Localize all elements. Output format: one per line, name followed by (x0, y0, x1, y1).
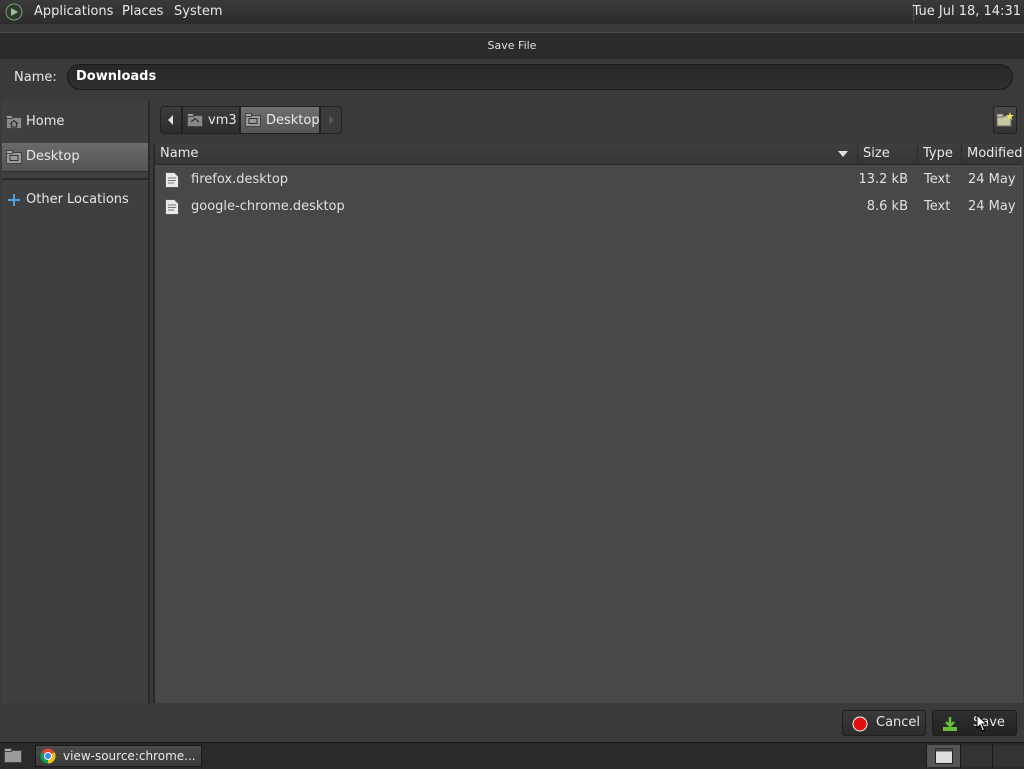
chrome-icon (40, 748, 56, 764)
save-button[interactable]: Save (932, 710, 1017, 736)
name-label: Name: (14, 70, 57, 85)
applications-menu[interactable]: Applications (34, 4, 113, 19)
dialog-title: Save File (0, 32, 1024, 59)
file-size: 13.2 kB (858, 172, 908, 187)
sort-descending-icon (838, 151, 848, 157)
file-row[interactable]: google-chrome.desktop 8.6 kB Text 24 May (155, 193, 1023, 220)
chevron-left-icon (168, 115, 173, 125)
system-menu[interactable]: System (174, 4, 222, 19)
cancel-button[interactable]: Cancel (842, 710, 926, 736)
path-segment-vm3[interactable]: vm3 (182, 106, 240, 134)
sidebar-item-desktop[interactable]: Desktop (2, 143, 148, 172)
clock[interactable]: Tue Jul 18, 14:31 (913, 4, 1021, 19)
file-row[interactable]: firefox.desktop 13.2 kB Text 24 May (155, 166, 1023, 193)
filename-input[interactable]: Downloads (67, 64, 1013, 90)
sidebar-item-label: Home (26, 114, 65, 129)
workspace-1[interactable] (926, 745, 961, 767)
workspace-2[interactable] (960, 745, 993, 767)
column-header-type[interactable]: Type (917, 144, 961, 164)
bottom-taskbar: view-source:chrome... (0, 742, 1024, 769)
desktop-folder-icon (245, 113, 261, 127)
column-header: Name Size Type Modified (155, 144, 1023, 165)
sidebar-item-label: Other Locations (26, 192, 129, 207)
show-desktop-icon[interactable] (4, 747, 22, 763)
places-sidebar: Home Desktop Other Locations (2, 100, 150, 727)
taskbar-window-button[interactable]: view-source:chrome... (35, 745, 202, 767)
text-file-icon (165, 172, 179, 188)
window-thumbnail-icon (935, 748, 953, 764)
file-modified: 24 May (968, 199, 1016, 214)
home-folder-icon (6, 115, 22, 129)
menu-logo-icon[interactable] (5, 3, 23, 21)
stop-icon (852, 716, 868, 732)
column-header-size[interactable]: Size (857, 144, 917, 164)
path-forward-button[interactable] (320, 106, 342, 134)
file-modified: 24 May (968, 172, 1016, 187)
sidebar-item-home[interactable]: Home (2, 108, 148, 136)
sidebar-divider (2, 178, 148, 180)
column-header-modified[interactable]: Modified (961, 144, 1023, 164)
path-segment-desktop[interactable]: Desktop (240, 106, 320, 134)
cancel-label: Cancel (876, 715, 921, 730)
create-folder-button[interactable] (993, 106, 1017, 134)
home-folder-icon (187, 113, 203, 127)
desktop-folder-icon (6, 150, 22, 164)
column-header-name[interactable]: Name (155, 144, 857, 164)
dialog-action-bar: Cancel Save (0, 703, 1024, 742)
new-folder-icon (996, 112, 1014, 127)
save-file-dialog: Save File Name: Downloads Home Desktop O… (0, 24, 1024, 742)
mouse-cursor-icon (976, 714, 988, 732)
file-type: Text (924, 172, 951, 187)
places-menu[interactable]: Places (122, 4, 163, 19)
file-name: google-chrome.desktop (191, 199, 345, 214)
path-bar: vm3 Desktop (153, 100, 1024, 144)
sidebar-item-label: Desktop (26, 149, 80, 164)
file-list[interactable]: Name Size Type Modified firefox.desktop … (153, 144, 1023, 727)
plus-icon (8, 194, 20, 206)
text-file-icon (165, 199, 179, 215)
chevron-right-icon (329, 115, 334, 125)
workspace-3[interactable] (992, 745, 1024, 767)
file-type: Text (924, 199, 951, 214)
sidebar-item-other-locations[interactable]: Other Locations (2, 186, 148, 214)
top-panel: Applications Places System Tue Jul 18, 1… (0, 0, 1024, 25)
path-segment-label: Desktop (266, 113, 320, 128)
download-icon (943, 717, 957, 731)
file-size: 8.6 kB (866, 199, 908, 214)
path-back-button[interactable] (160, 106, 182, 134)
path-segment-label: vm3 (208, 113, 237, 128)
file-name: firefox.desktop (191, 172, 289, 187)
name-row: Name: Downloads (0, 58, 1024, 98)
taskbar-window-label: view-source:chrome... (63, 749, 196, 763)
